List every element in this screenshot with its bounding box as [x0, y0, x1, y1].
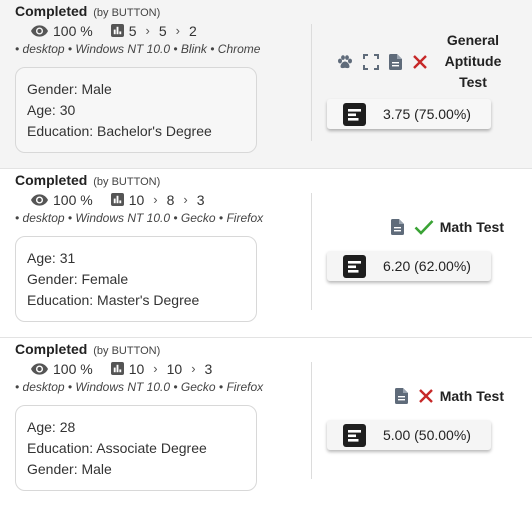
info-line: Age: 30: [27, 102, 76, 118]
chevron-right-icon: ›: [191, 361, 196, 376]
test-name: Math Test: [439, 219, 504, 235]
eye-icon: [31, 362, 48, 375]
environment-info: • desktop • Windows NT 10.0 • Gecko • Fi…: [15, 211, 264, 225]
bar-chart-icon: [110, 193, 124, 206]
cross-icon: [418, 388, 434, 404]
session-row: Completed (by BUTTON) 100 % 5 › 5 › 2 • …: [0, 0, 532, 169]
score-chart-icon: [343, 254, 366, 278]
session-row: Completed (by BUTTON) 100 % 10 › 8 › 3 •…: [0, 169, 532, 338]
chevron-right-icon: ›: [153, 361, 158, 376]
chevron-right-icon: ›: [175, 23, 180, 38]
chevron-right-icon: ›: [153, 192, 158, 207]
status-text: Completed: [15, 172, 88, 188]
respondent-info-card: Gender: Male Age: 30 Education: Bachelor…: [15, 67, 257, 153]
session-row: Completed (by BUTTON) 100 % 10 › 10 › 3 …: [0, 338, 532, 507]
step-count: 5: [128, 22, 137, 39]
status-text: Completed: [15, 341, 88, 357]
chevron-right-icon: ›: [145, 23, 150, 38]
environment-info: • desktop • Windows NT 10.0 • Gecko • Fi…: [15, 380, 264, 394]
info-line: Gender: Male: [27, 461, 112, 477]
chevron-right-icon: ›: [183, 192, 188, 207]
info-line: Gender: Male: [27, 81, 112, 97]
view-percent: 100 %: [53, 360, 93, 377]
score-button[interactable]: 6.20 (62.00%): [327, 251, 491, 281]
status-source: (by BUTTON): [93, 7, 161, 19]
score-value: 3.75 (75.00%): [383, 106, 471, 122]
bar-chart-icon: [110, 362, 124, 375]
info-line: Age: 28: [27, 419, 76, 435]
score-chart-icon: [343, 102, 366, 126]
status-text: Completed: [15, 3, 88, 19]
step-count: 10: [128, 191, 145, 208]
divider: [311, 362, 312, 479]
bar-chart-icon: [110, 24, 124, 37]
step-count: 3: [196, 191, 205, 208]
score-button[interactable]: 3.75 (75.00%): [327, 99, 491, 129]
info-line: Education: Master's Degree: [27, 292, 200, 308]
step-count: 3: [204, 360, 213, 377]
fullscreen-icon[interactable]: [363, 53, 379, 70]
environment-info: • desktop • Windows NT 10.0 • Blink • Ch…: [15, 42, 261, 56]
view-percent: 100 %: [53, 191, 93, 208]
cross-icon: [412, 54, 428, 70]
respondent-info-card: Age: 31 Gender: Female Education: Master…: [15, 236, 257, 322]
respondent-info-card: Age: 28 Education: Associate Degree Gend…: [15, 405, 257, 491]
score-value: 6.20 (62.00%): [383, 258, 471, 274]
check-icon: [414, 219, 434, 235]
info-line: Education: Bachelor's Degree: [27, 123, 212, 139]
step-count: 10: [128, 360, 145, 377]
eye-icon: [31, 193, 48, 206]
score-button[interactable]: 5.00 (50.00%): [327, 420, 491, 450]
info-line: Education: Associate Degree: [27, 440, 207, 456]
test-name: General Aptitude Test: [444, 32, 502, 90]
document-icon[interactable]: [394, 388, 408, 404]
eye-icon: [31, 24, 48, 37]
paw-icon[interactable]: [337, 54, 353, 69]
info-line: Age: 31: [27, 250, 76, 266]
step-count: 2: [188, 22, 197, 39]
status-source: (by BUTTON): [93, 345, 161, 357]
info-line: Gender: Female: [27, 271, 129, 287]
divider: [311, 193, 312, 310]
view-percent: 100 %: [53, 22, 93, 39]
step-count: 5: [158, 22, 167, 39]
score-value: 5.00 (50.00%): [383, 427, 471, 443]
document-icon[interactable]: [389, 53, 402, 70]
score-chart-icon: [343, 423, 366, 447]
divider: [311, 24, 312, 141]
step-count: 8: [166, 191, 175, 208]
test-name: Math Test: [439, 388, 504, 404]
document-icon[interactable]: [390, 219, 404, 235]
step-count: 10: [166, 360, 183, 377]
status-source: (by BUTTON): [93, 176, 161, 188]
